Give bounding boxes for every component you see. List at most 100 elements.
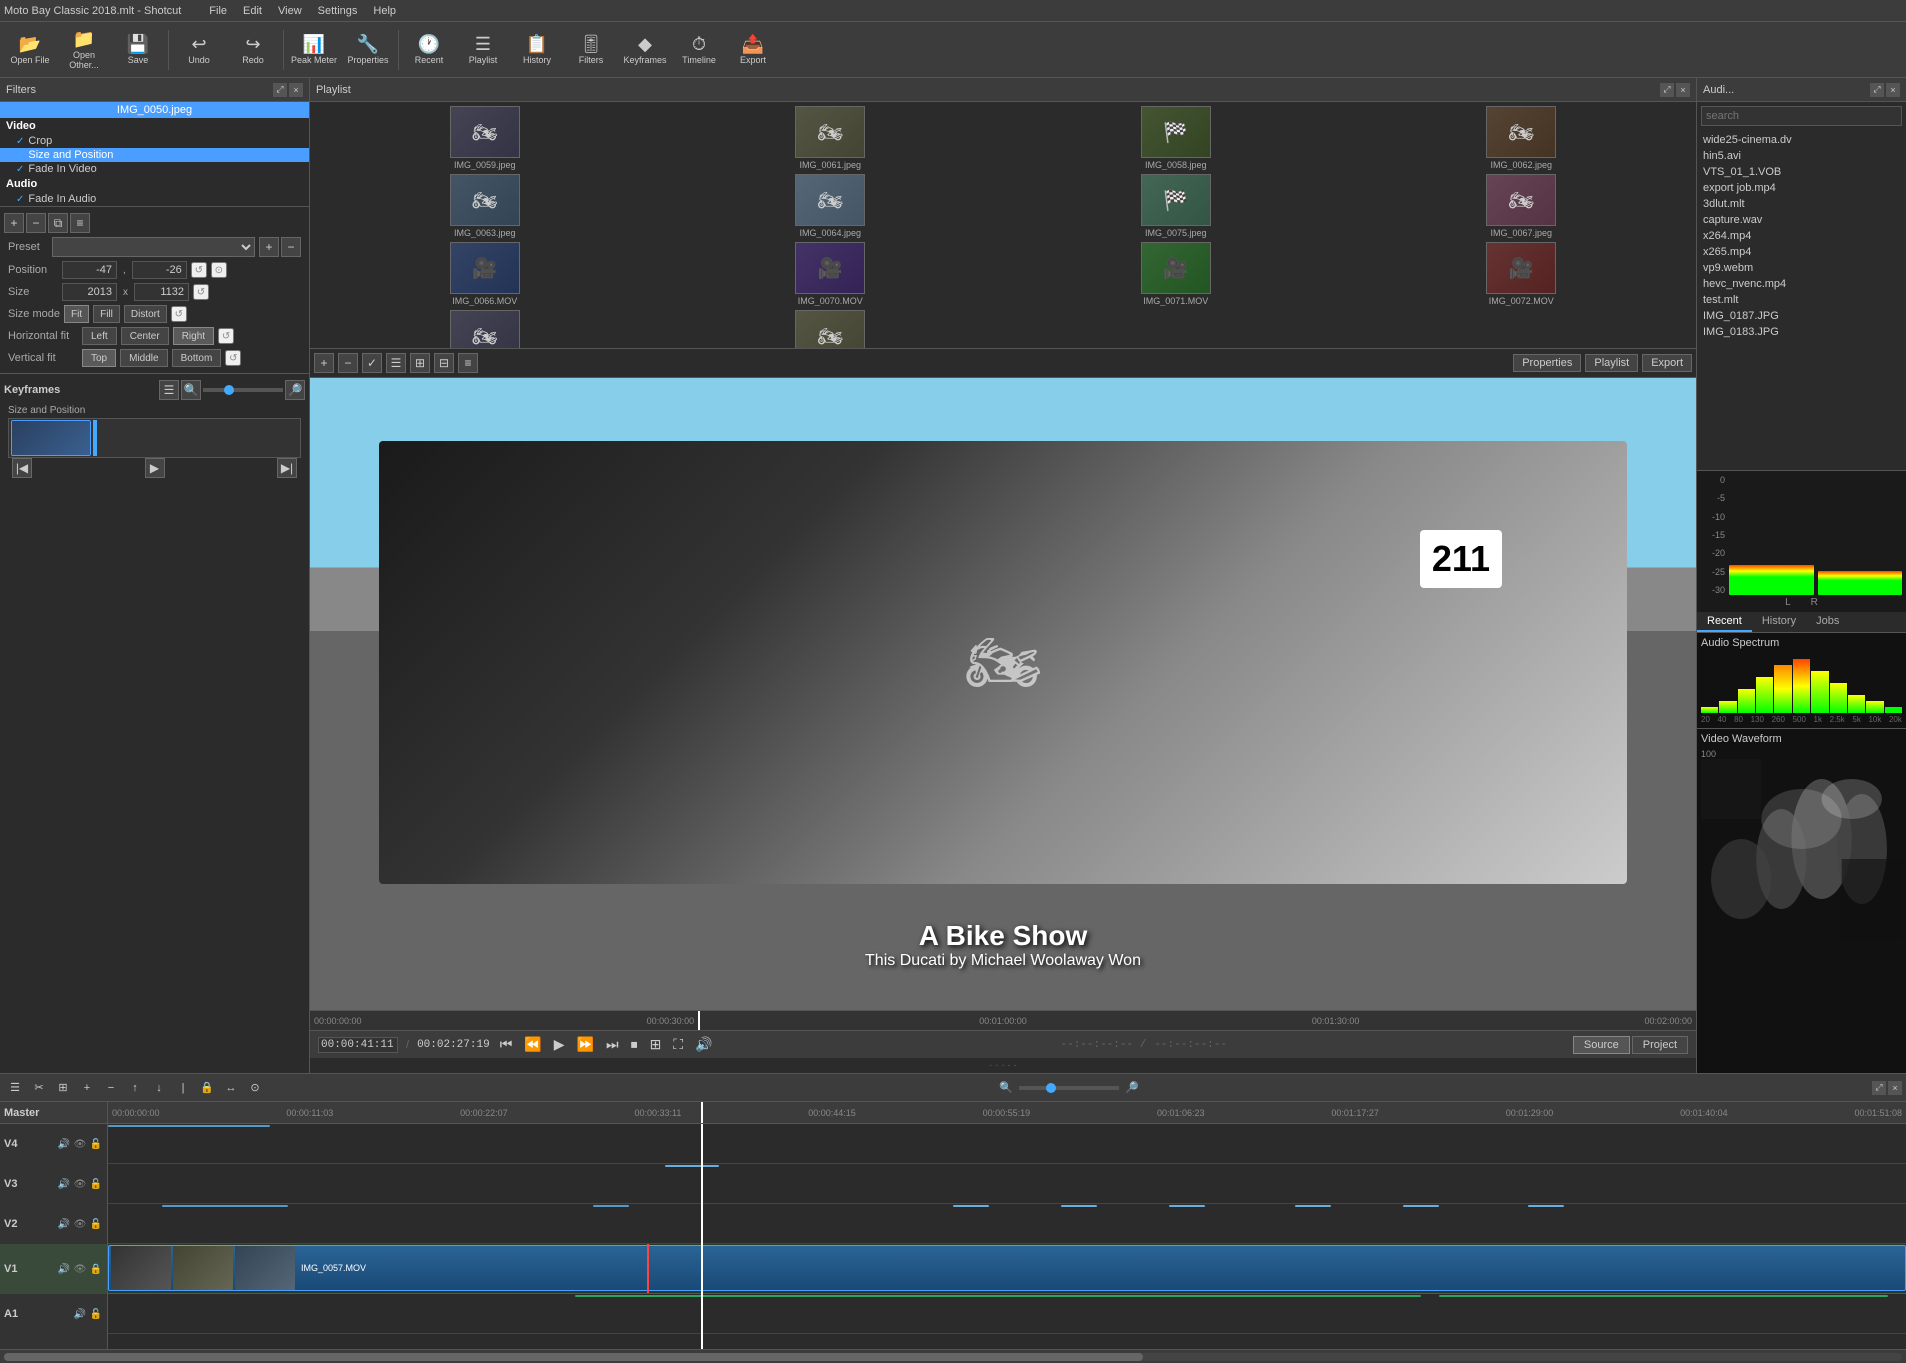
size-mode-fill[interactable]: Fill [93, 305, 120, 323]
right-panel-fullscreen-btn[interactable]: ⤢ [1870, 83, 1884, 97]
playlist-item-8[interactable]: 🎥 IMG_0066.MOV [314, 242, 656, 306]
playlist-item-2[interactable]: 🏁 IMG_0058.jpeg [1005, 106, 1347, 170]
tl-ripple2-btn[interactable]: ↔ [220, 1077, 242, 1099]
h-fit-right[interactable]: Right [173, 327, 214, 345]
tl-zoom-in-btn[interactable]: 🔎 [1121, 1077, 1143, 1099]
playlist-item-10[interactable]: 🎥 IMG_0071.MOV [1005, 242, 1347, 306]
keyframe-zoom-in-btn[interactable]: 🔎 [285, 380, 305, 400]
pl-list-btn[interactable]: ☰ [386, 353, 406, 373]
peak-meter-button[interactable]: 📊 Peak Meter [288, 25, 340, 75]
h-fit-center[interactable]: Center [121, 327, 169, 345]
keyframe-track-bar[interactable] [8, 418, 301, 458]
tab-jobs[interactable]: Jobs [1806, 612, 1849, 632]
tab-recent[interactable]: Recent [1697, 612, 1752, 632]
tab-history[interactable]: History [1752, 612, 1806, 632]
ctrl-next-frame[interactable]: ⏩ [575, 1036, 596, 1053]
filter-crop[interactable]: ✓ Crop [0, 134, 309, 148]
preview-time-current[interactable] [318, 1037, 398, 1053]
v4-audio-icon[interactable]: 🔊 [57, 1137, 71, 1151]
recent-item-11[interactable]: IMG_0187.JPG [1697, 308, 1906, 324]
keyframe-zoom-slider[interactable] [203, 388, 283, 392]
a1-lock-icon[interactable]: 🔓 [89, 1307, 103, 1321]
keyframes-button[interactable]: ◆ Keyframes [619, 25, 671, 75]
pl-playlist-btn[interactable]: Playlist [1585, 354, 1638, 372]
menu-settings[interactable]: Settings [310, 3, 366, 19]
keyframe-zoom-out-btn[interactable]: 🔍 [181, 380, 201, 400]
pl-grid-btn[interactable]: ⊞ [410, 353, 430, 373]
playlist-item-9[interactable]: 🎥 IMG_0070.MOV [660, 242, 1002, 306]
tl-add-track-btn[interactable]: + [76, 1077, 98, 1099]
pl-add-btn[interactable]: + [314, 353, 334, 373]
pl-remove-btn[interactable]: − [338, 353, 358, 373]
filters-button[interactable]: 🎚 Filters [565, 25, 617, 75]
filters-close-btn[interactable]: × [289, 83, 303, 97]
preset-add-btn[interactable]: + [259, 237, 279, 257]
ctrl-stop[interactable]: ⏹ [629, 1036, 640, 1053]
v1-track[interactable]: IMG_0057.MOV [108, 1244, 1906, 1294]
keyframe-prev-btn[interactable]: |◀ [12, 458, 32, 478]
v1-clip-main[interactable]: IMG_0057.MOV [108, 1245, 1906, 1291]
tl-split-btn[interactable]: | [172, 1077, 194, 1099]
recent-item-7[interactable]: x265.mp4 [1697, 244, 1906, 260]
size-mode-reset-btn[interactable]: ↺ [171, 306, 187, 322]
v-fit-middle[interactable]: Middle [120, 349, 167, 367]
position-x-input[interactable] [62, 261, 117, 279]
ctrl-grid[interactable]: ⊞ [648, 1036, 664, 1053]
ctrl-to-end[interactable]: ⏭ [604, 1036, 621, 1053]
recent-button[interactable]: 🕐 Recent [403, 25, 455, 75]
h-fit-reset-btn[interactable]: ↺ [218, 328, 234, 344]
v2-track[interactable] [108, 1204, 1906, 1244]
keyframe-next-btn[interactable]: ▶| [277, 458, 297, 478]
v1-lock-icon[interactable]: 🔒 [89, 1262, 103, 1276]
filter-menu-btn[interactable]: ≡ [70, 213, 90, 233]
v2-clip-6[interactable] [1403, 1205, 1439, 1207]
v2-clip-5[interactable] [1295, 1205, 1331, 1207]
timeline-scroll-thumb[interactable] [4, 1353, 1143, 1361]
v2-clip-2[interactable] [953, 1205, 989, 1207]
v1-audio-icon[interactable]: 🔊 [57, 1262, 71, 1276]
timeline-scroll-track[interactable] [4, 1353, 1902, 1361]
a1-audio-icon[interactable]: 🔊 [73, 1307, 87, 1321]
playlist-close-btn[interactable]: × [1676, 83, 1690, 97]
timeline-button[interactable]: ⏱ Timeline [673, 25, 725, 75]
project-btn[interactable]: Project [1632, 1036, 1688, 1054]
pl-menu-btn[interactable]: ≡ [458, 353, 478, 373]
v4-eye-icon[interactable]: 👁 [73, 1137, 87, 1151]
ctrl-to-start[interactable]: ⏮ [498, 1036, 515, 1053]
recent-search-input[interactable] [1701, 106, 1902, 126]
pl-detail-btn[interactable]: ⊟ [434, 353, 454, 373]
recent-item-8[interactable]: vp9.webm [1697, 260, 1906, 276]
tl-zoom-slider[interactable] [1019, 1086, 1119, 1090]
v1-eye-icon[interactable]: 👁 [73, 1262, 87, 1276]
menu-view[interactable]: View [270, 3, 310, 19]
v2-audio-icon[interactable]: 🔊 [57, 1217, 71, 1231]
v3-track[interactable] [108, 1164, 1906, 1204]
save-button[interactable]: 💾 Save [112, 25, 164, 75]
v3-clip-0[interactable] [665, 1165, 719, 1167]
keyframe-list-btn[interactable]: ☰ [159, 380, 179, 400]
ctrl-prev-frame[interactable]: ⏪ [522, 1036, 543, 1053]
open-other-button[interactable]: 📁 Open Other... [58, 25, 110, 75]
playlist-button[interactable]: ☰ Playlist [457, 25, 509, 75]
pl-properties-btn[interactable]: Properties [1513, 354, 1581, 372]
menu-help[interactable]: Help [365, 3, 404, 19]
size-reset-btn[interactable]: ↺ [193, 284, 209, 300]
tl-overwrite-btn[interactable]: ↓ [148, 1077, 170, 1099]
v-fit-bottom[interactable]: Bottom [172, 349, 222, 367]
recent-item-5[interactable]: capture.wav [1697, 212, 1906, 228]
tl-lift-btn[interactable]: ↑ [124, 1077, 146, 1099]
export-button[interactable]: 📤 Export [727, 25, 779, 75]
tl-fullscreen-btn[interactable]: ⤢ [1872, 1081, 1886, 1095]
v2-clip-0[interactable] [162, 1205, 288, 1207]
playlist-fullscreen-btn[interactable]: ⤢ [1660, 83, 1674, 97]
tl-scissors-btn[interactable]: ✂ [28, 1077, 50, 1099]
ctrl-play-pause[interactable]: ▶ [552, 1036, 567, 1053]
position-reset-btn[interactable]: ↺ [191, 262, 207, 278]
tl-close-btn[interactable]: × [1888, 1081, 1902, 1095]
recent-item-6[interactable]: x264.mp4 [1697, 228, 1906, 244]
tl-snap-btn[interactable]: 🔒 [196, 1077, 218, 1099]
undo-button[interactable]: ↩ Undo [173, 25, 225, 75]
menu-file[interactable]: File [201, 3, 235, 19]
properties-button[interactable]: 🔧 Properties [342, 25, 394, 75]
v3-audio-icon[interactable]: 🔊 [57, 1177, 71, 1191]
